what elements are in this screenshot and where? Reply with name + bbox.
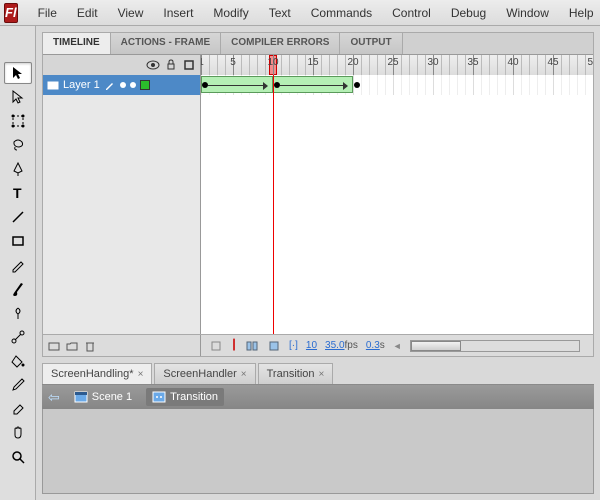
doc-tab-label: ScreenHandling*: [51, 368, 134, 380]
scroll-left-button[interactable]: ◄: [393, 341, 402, 351]
rectangle-tool[interactable]: [4, 230, 32, 252]
tab-actions[interactable]: ACTIONS - FRAME: [111, 33, 221, 54]
playhead-line: [273, 75, 274, 334]
app-logo: Fl: [4, 3, 18, 23]
free-transform-tool[interactable]: [4, 110, 32, 132]
lock-icon[interactable]: [164, 58, 178, 72]
new-layer-button[interactable]: [47, 339, 61, 353]
tools-panel: T: [0, 26, 36, 500]
bone-tool[interactable]: [4, 326, 32, 348]
edit-bar: ⇦ Scene 1 Transition: [42, 385, 594, 409]
frame-area[interactable]: [201, 75, 593, 334]
menu-file[interactable]: File: [28, 2, 67, 24]
doc-tab-label: Transition: [267, 368, 315, 380]
menu-bar: Fl File Edit View Insert Modify Text Com…: [0, 0, 600, 26]
movieclip-icon: [152, 390, 166, 404]
layer-color-swatch[interactable]: [140, 80, 150, 90]
pencil-tool[interactable]: [4, 254, 32, 276]
elapsed-value[interactable]: 0.3: [366, 340, 380, 351]
tab-timeline[interactable]: TIMELINE: [43, 33, 111, 54]
elapsed-unit: s: [380, 340, 385, 351]
menu-edit[interactable]: Edit: [67, 2, 108, 24]
doc-tab-transition[interactable]: Transition ×: [258, 363, 334, 384]
menu-modify[interactable]: Modify: [203, 2, 258, 24]
eyedropper-tool[interactable]: [4, 374, 32, 396]
pencil-icon: [104, 79, 116, 91]
fps-unit: fps: [345, 340, 358, 351]
breadcrumb-label: Scene 1: [92, 391, 132, 403]
menu-text[interactable]: Text: [259, 2, 301, 24]
selection-tool[interactable]: [4, 62, 32, 84]
text-tool[interactable]: T: [4, 182, 32, 204]
close-icon[interactable]: ×: [138, 369, 144, 380]
new-folder-button[interactable]: [65, 339, 79, 353]
zoom-tool[interactable]: [4, 446, 32, 468]
layer-lock-dot[interactable]: [130, 82, 136, 88]
menu-debug[interactable]: Debug: [441, 2, 496, 24]
close-icon[interactable]: ×: [319, 369, 325, 380]
layer-row[interactable]: Layer 1: [43, 75, 200, 95]
doc-tab-screenhandling[interactable]: ScreenHandling* ×: [42, 363, 152, 384]
subselection-tool[interactable]: [4, 86, 32, 108]
scrollbar-thumb[interactable]: [411, 341, 461, 351]
paint-bucket-tool[interactable]: [4, 350, 32, 372]
visibility-icon[interactable]: [146, 58, 160, 72]
stage-canvas[interactable]: [42, 409, 594, 494]
back-button[interactable]: ⇦: [48, 389, 60, 406]
layer-column: Layer 1: [43, 75, 201, 334]
doc-tab-screenhandler[interactable]: ScreenHandler ×: [154, 363, 255, 384]
menu-commands[interactable]: Commands: [301, 2, 382, 24]
menu-window[interactable]: Window: [496, 2, 559, 24]
breadcrumb-clip[interactable]: Transition: [146, 388, 224, 406]
timeline-ruler[interactable]: 15101520253035404550: [201, 55, 593, 75]
svg-text:T: T: [13, 185, 22, 201]
onion-skin-outlines-button[interactable]: [245, 339, 259, 353]
menu-insert[interactable]: Insert: [153, 2, 203, 24]
lasso-tool[interactable]: [4, 134, 32, 156]
menu-view[interactable]: View: [108, 2, 154, 24]
brush-tool[interactable]: [4, 278, 32, 300]
eraser-tool[interactable]: [4, 398, 32, 420]
breadcrumb-scene[interactable]: Scene 1: [68, 388, 138, 406]
outline-icon[interactable]: [182, 58, 196, 72]
menu-control[interactable]: Control: [382, 2, 441, 24]
loop-button[interactable]: [·]: [289, 340, 298, 351]
deco-tool[interactable]: [4, 302, 32, 324]
document-tabs: ScreenHandling* × ScreenHandler × Transiti…: [42, 363, 594, 385]
onion-skin-button[interactable]: [209, 339, 223, 353]
timeline-scrollbar[interactable]: [410, 340, 580, 352]
doc-tab-label: ScreenHandler: [163, 368, 236, 380]
breadcrumb-label: Transition: [170, 391, 218, 403]
delete-layer-button[interactable]: [83, 339, 97, 353]
center-frame-button[interactable]: ┃: [231, 340, 237, 351]
tab-output[interactable]: OUTPUT: [340, 33, 402, 54]
layer-name: Layer 1: [63, 79, 100, 91]
layer-icon: [47, 79, 59, 91]
layer-visible-dot[interactable]: [120, 82, 126, 88]
timeline-panel: TIMELINE ACTIONS - FRAME COMPILER ERRORS…: [42, 32, 594, 357]
menu-help[interactable]: Help: [559, 2, 600, 24]
edit-multiple-frames-button[interactable]: [267, 339, 281, 353]
scene-icon: [74, 390, 88, 404]
hand-tool[interactable]: [4, 422, 32, 444]
current-frame-value[interactable]: 10: [306, 340, 317, 351]
fps-value[interactable]: 35.0: [325, 340, 344, 351]
tab-compiler-errors[interactable]: COMPILER ERRORS: [221, 33, 340, 54]
close-icon[interactable]: ×: [241, 369, 247, 380]
pen-tool[interactable]: [4, 158, 32, 180]
line-tool[interactable]: [4, 206, 32, 228]
